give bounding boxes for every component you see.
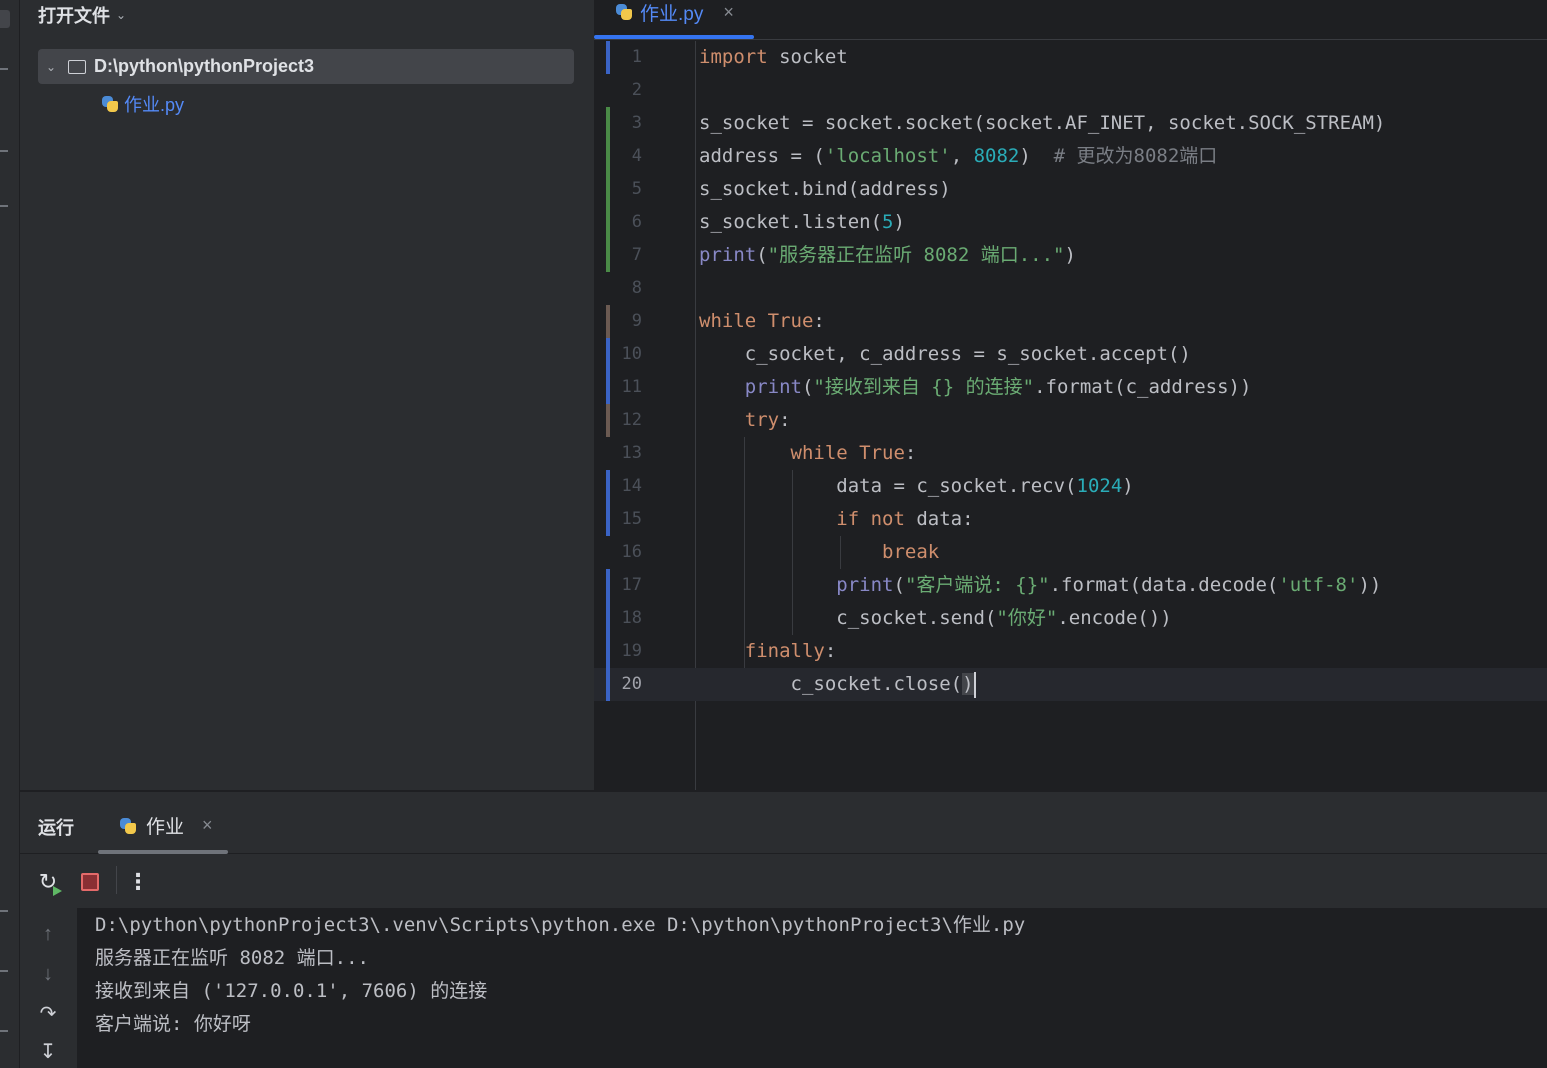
- line-number: 6: [631, 212, 642, 232]
- line-number: 17: [621, 575, 642, 595]
- line-number: 8: [631, 278, 642, 298]
- code-line[interactable]: 3 s_socket = socket.socket(socket.AF_INET…: [594, 107, 1547, 140]
- toolbar-divider: [116, 866, 117, 894]
- code-area[interactable]: 1 import socket 2 3 s_socket = socket.sock…: [594, 41, 1547, 701]
- code-line[interactable]: 2: [594, 74, 1547, 107]
- code-line[interactable]: 10 c_socket, c_address = s_socket.accept…: [594, 338, 1547, 371]
- code-line[interactable]: 1 import socket: [594, 41, 1547, 74]
- console-output[interactable]: D:\python\pythonProject3\.venv\Scripts\p…: [77, 908, 1547, 1068]
- active-tab-indicator: [594, 35, 754, 39]
- code-line[interactable]: 17 print("客户端说: {}".format(data.decode('…: [594, 569, 1547, 602]
- editor-tab-label: 作业.py: [640, 3, 704, 25]
- run-toolbar: ↻ ⋮: [20, 854, 1547, 908]
- console-line: 客户端说: 你好呀: [95, 1013, 251, 1035]
- tree-root-label: D:\python\pythonProject3: [94, 56, 314, 76]
- console-side-toolbar: ↑ ↓ ↷ ↧: [20, 908, 77, 1068]
- close-icon[interactable]: ×: [202, 815, 213, 836]
- python-file-icon: [614, 2, 634, 22]
- chevron-down-icon[interactable]: ⌄: [38, 60, 64, 74]
- code-line-current[interactable]: 20 c_socket.close(): [594, 668, 1547, 701]
- run-panel: 运行 作业 × ↻ ⋮ ↑ ↓ ↷ ↧ D:\python\pythonProj…: [20, 790, 1547, 1068]
- run-config-tab[interactable]: 作业 ×: [118, 812, 213, 839]
- python-file-icon: [100, 94, 120, 114]
- code-line[interactable]: 18 c_socket.send("你好".encode()): [594, 602, 1547, 635]
- line-number: 18: [621, 608, 642, 628]
- line-number: 1: [631, 47, 642, 67]
- code-line[interactable]: 5 s_socket.bind(address): [594, 173, 1547, 206]
- code-line[interactable]: 4 address = ('localhost', 8082) # 更改为8082…: [594, 140, 1547, 173]
- line-number: 16: [621, 542, 642, 562]
- console-line: D:\python\pythonProject3\.venv\Scripts\p…: [95, 914, 1026, 936]
- strip-icon[interactable]: [0, 68, 8, 70]
- text-caret: [973, 671, 976, 698]
- strip-icon[interactable]: [0, 910, 8, 912]
- line-number: 20: [621, 674, 642, 694]
- project-panel: 打开文件 ⌄ ⌄ D:\python\pythonProject3 作业.py: [20, 0, 593, 790]
- code-line[interactable]: 16 break: [594, 536, 1547, 569]
- console-line: 服务器正在监听 8082 端口...: [95, 947, 369, 969]
- tool-window-strip: [0, 0, 20, 1068]
- code-line[interactable]: 15 if not data:: [594, 503, 1547, 536]
- line-number: 9: [631, 311, 642, 331]
- strip-icon[interactable]: [0, 1030, 8, 1032]
- line-number: 11: [621, 377, 642, 397]
- code-line[interactable]: 11 print("接收到来自 {} 的连接".format(c_address…: [594, 371, 1547, 404]
- line-number: 10: [621, 344, 642, 364]
- line-number: 2: [631, 80, 642, 100]
- line-number: 7: [631, 245, 642, 265]
- close-icon[interactable]: ×: [723, 2, 734, 23]
- strip-icon[interactable]: [0, 205, 8, 207]
- folder-icon: [68, 59, 86, 74]
- project-view-selector[interactable]: 打开文件 ⌄: [38, 2, 126, 28]
- code-line[interactable]: 6 s_socket.listen(5): [594, 206, 1547, 239]
- tree-root-folder[interactable]: ⌄ D:\python\pythonProject3: [38, 49, 574, 84]
- stop-button[interactable]: [78, 870, 102, 894]
- soft-wrap-icon[interactable]: ↷: [36, 1002, 60, 1026]
- editor-tab-bar: 作业.py ×: [594, 0, 1547, 40]
- line-number: 3: [631, 113, 642, 133]
- code-line[interactable]: 12 try:: [594, 404, 1547, 437]
- more-options-button[interactable]: ⋮: [126, 869, 150, 894]
- project-tool-icon[interactable]: [0, 10, 10, 28]
- rerun-button[interactable]: ↻: [36, 869, 62, 896]
- project-view-title: 打开文件: [38, 6, 110, 26]
- code-line[interactable]: 9 while True:: [594, 305, 1547, 338]
- code-editor[interactable]: 作业.py × 1 import socket 2 3 s_socket = soc…: [593, 0, 1547, 790]
- line-number: 19: [621, 641, 642, 661]
- run-panel-header: 运行 作业 ×: [20, 792, 1547, 854]
- code-line[interactable]: 14 data = c_socket.recv(1024): [594, 470, 1547, 503]
- code-line[interactable]: 8: [594, 272, 1547, 305]
- tree-file-item[interactable]: 作业.py: [100, 90, 184, 118]
- scroll-to-end-icon[interactable]: ↧: [36, 1040, 60, 1064]
- chevron-down-icon: ⌄: [116, 8, 127, 22]
- code-line[interactable]: 13 while True:: [594, 437, 1547, 470]
- run-config-tab-label: 作业: [146, 817, 185, 838]
- line-number: 13: [621, 443, 642, 463]
- line-number: 4: [631, 146, 642, 166]
- code-line[interactable]: 19 finally:: [594, 635, 1547, 668]
- console-line: 接收到来自 ('127.0.0.1', 7606) 的连接: [95, 980, 488, 1002]
- play-icon: [53, 886, 62, 896]
- code-line[interactable]: 7 print("服务器正在监听 8082 端口..."): [594, 239, 1547, 272]
- stop-icon: [81, 873, 99, 891]
- line-number: 15: [621, 509, 642, 529]
- run-panel-title: 运行: [38, 818, 74, 838]
- more-vertical-icon: ⋮: [127, 869, 149, 894]
- line-number: 12: [621, 410, 642, 430]
- strip-icon[interactable]: [0, 150, 8, 152]
- tree-file-label: 作业.py: [124, 95, 185, 115]
- arrow-down-icon[interactable]: ↓: [36, 962, 60, 986]
- line-number: 5: [631, 179, 642, 199]
- editor-tab[interactable]: 作业.py ×: [614, 0, 734, 25]
- python-file-icon: [118, 816, 138, 836]
- arrow-up-icon[interactable]: ↑: [36, 922, 60, 946]
- line-number: 14: [621, 476, 642, 496]
- strip-icon[interactable]: [0, 970, 8, 972]
